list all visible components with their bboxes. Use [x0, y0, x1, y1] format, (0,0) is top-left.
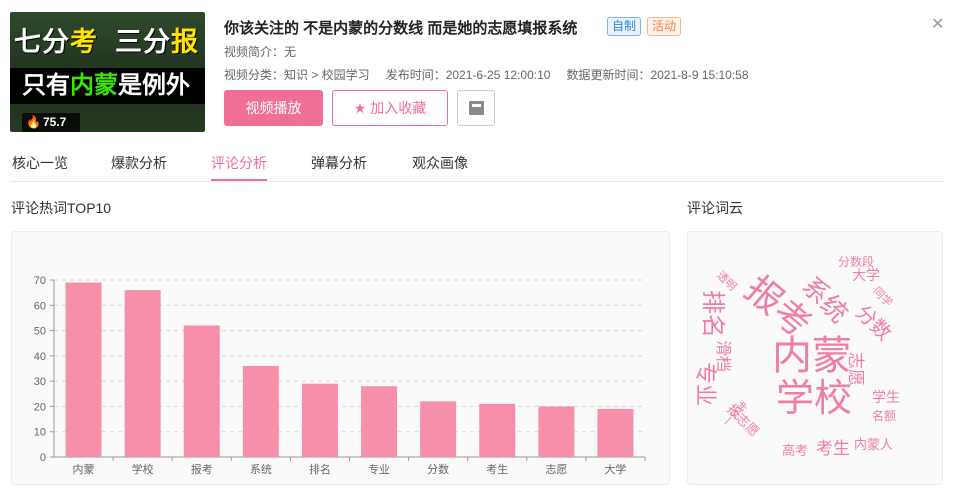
x-tick-label: 考生: [486, 462, 508, 476]
x-tick-label: 排名: [309, 462, 331, 476]
y-tick-label: 10: [34, 427, 46, 439]
hotwords-chart-panel: 0 10 20 30 40 50 60 70 内蒙 学校 报考 系统 排名 专业 分数 考生 志愿 大学: [11, 231, 670, 485]
y-tick-label: 40: [34, 351, 46, 363]
update-time: 数据更新时间：2021-8-9 15:10:58: [566, 68, 749, 82]
wordcloud-panel: 内蒙 学校 报考 系统 排名 专业 分数 考生 志愿 大学 学生 高考 名额 分数段 同学 透明 滑档 报志愿 内蒙…: [687, 231, 943, 485]
y-tick-label: 20: [34, 401, 46, 413]
bar: [301, 383, 338, 457]
image-export-button[interactable]: [457, 90, 495, 126]
activity-badge: 活动: [647, 17, 682, 36]
wordcloud-word: 大学: [852, 267, 880, 283]
wordcloud-word: 内蒙: [772, 334, 852, 378]
wordcloud-word: 专业: [693, 362, 718, 407]
y-tick-label: 70: [34, 275, 46, 287]
video-title: 你该关注的 不是内蒙的分数线 而是她的志愿填报系统: [224, 20, 578, 37]
bar: [242, 365, 279, 457]
image-icon: [469, 101, 484, 115]
video-thumbnail[interactable]: 七分考 三分报 只有内蒙是例外 🔥 75.7: [10, 12, 205, 132]
bar: [361, 386, 398, 457]
add-favorite-label: 加入收藏: [370, 100, 427, 116]
wordcloud-word: 名额: [872, 409, 897, 423]
fire-icon: 🔥: [26, 115, 41, 129]
hotwords-title: 评论热词TOP10: [11, 200, 112, 216]
publish-time: 发布时间：2021-6-25 12:00:10: [385, 68, 551, 82]
bar: [65, 282, 102, 457]
tab-core-overview[interactable]: 核心一览: [12, 153, 68, 173]
x-tick-label: 学校: [132, 462, 154, 476]
tab-comment-analysis[interactable]: 评论分析: [211, 153, 267, 173]
wordcloud-word: 排名: [699, 290, 726, 338]
x-tick-label: 系统: [250, 463, 272, 476]
score-badge: 🔥 75.7: [22, 113, 80, 132]
video-intro: 视频简介：无: [224, 45, 297, 59]
video-category: 视频分类：知识 > 校园学习: [224, 68, 370, 82]
self-made-badge: 自制: [607, 17, 642, 36]
y-tick-label: 50: [34, 326, 46, 338]
tab-danmaku-analysis[interactable]: 弹幕分析: [311, 153, 367, 173]
bar: [597, 408, 634, 457]
star-icon: ★: [353, 100, 367, 116]
bar: [538, 406, 575, 457]
bar: [183, 325, 220, 457]
x-tick-label: 报考: [191, 462, 213, 476]
analysis-tabs: 核心一览 爆款分析 评论分析 弹幕分析 观众画像: [10, 148, 944, 182]
hotwords-bar-chart: 0 10 20 30 40 50 60 70 内蒙 学校 报考 系统 排名 专业 分数 考生 志愿 大学: [34, 275, 646, 476]
bar: [124, 290, 161, 457]
wordcloud-word: 分数段: [838, 255, 875, 269]
wordcloud-word: 高考: [782, 443, 809, 458]
y-tick-label: 30: [34, 376, 46, 388]
score-value: 75.7: [42, 115, 67, 129]
wordcloud-word: 同学: [870, 285, 895, 310]
wordcloud-title: 评论词云: [687, 200, 743, 216]
x-tick-label: 内蒙: [73, 462, 95, 476]
bar: [420, 401, 457, 457]
add-favorite-button[interactable]: ★ 加入收藏: [332, 90, 448, 126]
x-tick-label: 大学: [604, 462, 626, 476]
bar: [479, 403, 516, 457]
video-meta-row: 视频分类：知识 > 校园学习 发布时间：2021-6-25 12:00:10 数据更…: [224, 66, 749, 83]
play-video-button[interactable]: 视频播放: [224, 90, 323, 126]
x-tick-label: 志愿: [545, 463, 567, 476]
x-tick-label: 专业: [368, 462, 390, 476]
wordcloud-word: 学校: [776, 378, 853, 420]
close-icon[interactable]: ✕: [931, 14, 944, 34]
active-tab-indicator: [211, 179, 267, 181]
thumbnail-line2: 只有内蒙是例外: [10, 68, 205, 104]
x-tick-label: 分数: [427, 463, 449, 476]
wordcloud-word: 志愿: [846, 352, 865, 386]
wordcloud-word: 内蒙人: [854, 437, 894, 452]
tab-audience-profile[interactable]: 观众画像: [412, 153, 468, 173]
thumbnail-line1: 七分考 三分报: [14, 27, 200, 57]
y-tick-label: 60: [34, 300, 46, 312]
wordcloud-word: 滑档: [714, 340, 731, 373]
wordcloud-word: 学生: [872, 389, 900, 405]
y-tick-label: 0: [40, 452, 46, 464]
tab-hit-analysis[interactable]: 爆款分析: [111, 153, 167, 173]
wordcloud-word: 考生: [816, 439, 850, 458]
wordcloud-word: 分数: [851, 301, 895, 346]
